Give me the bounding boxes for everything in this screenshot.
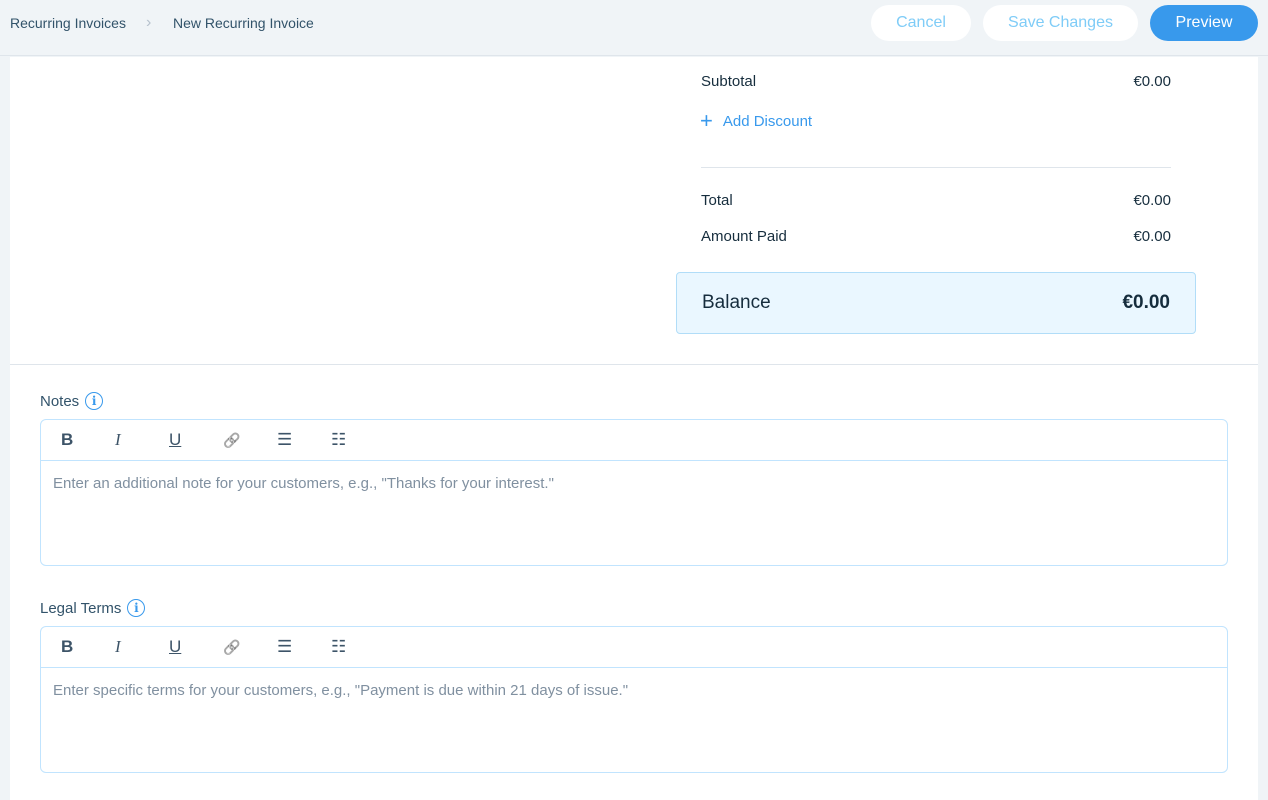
notes-label-text: Notes — [40, 392, 80, 410]
notes-editor: B I U 🔗 ☰ ☷ Enter an additional note for… — [40, 419, 1228, 566]
preview-button[interactable]: Preview — [1150, 5, 1258, 41]
info-icon[interactable]: i — [127, 599, 146, 617]
amount-paid-label: Amount Paid — [701, 228, 787, 245]
bold-button[interactable]: B — [59, 637, 113, 657]
link-button[interactable]: 🔗 — [221, 432, 275, 449]
balance-box: Balance €0.00 — [676, 272, 1196, 334]
breadcrumb-parent[interactable]: Recurring Invoices — [10, 15, 126, 31]
chevron-right-icon: › — [146, 14, 152, 31]
bulleted-list-button[interactable]: ☰ — [275, 430, 329, 450]
total-row: Total €0.00 — [701, 192, 1171, 209]
notes-toolbar: B I U 🔗 ☰ ☷ — [41, 420, 1227, 461]
bold-button[interactable]: B — [59, 430, 113, 450]
legal-terms-label: Legal Terms i — [40, 599, 146, 617]
divider — [701, 167, 1171, 168]
notes-label: Notes i — [40, 392, 104, 410]
numbered-list-button[interactable]: ☷ — [329, 430, 383, 450]
balance-label: Balance — [702, 292, 771, 313]
info-icon[interactable]: i — [85, 392, 104, 410]
legal-terms-toolbar: B I U 🔗 ☰ ☷ — [41, 627, 1227, 668]
legal-terms-editor: B I U 🔗 ☰ ☷ Enter specific terms for you… — [40, 626, 1228, 773]
underline-button[interactable]: U — [167, 430, 221, 450]
numbered-list-button[interactable]: ☷ — [329, 637, 383, 657]
save-changes-button[interactable]: Save Changes — [983, 5, 1138, 41]
link-button[interactable]: 🔗 — [221, 639, 275, 656]
italic-button[interactable]: I — [113, 637, 167, 657]
total-value: €0.00 — [1133, 192, 1171, 209]
section-divider — [10, 364, 1258, 365]
balance-value: €0.00 — [1122, 292, 1170, 313]
breadcrumb-current: New Recurring Invoice — [173, 15, 314, 31]
notes-input[interactable]: Enter an additional note for your custom… — [41, 461, 1227, 506]
legal-terms-label-text: Legal Terms — [40, 599, 122, 617]
subtotal-value: €0.00 — [1133, 73, 1171, 90]
add-discount-button[interactable]: + Add Discount — [700, 108, 812, 134]
add-discount-label: Add Discount — [722, 112, 813, 130]
italic-button[interactable]: I — [113, 430, 167, 450]
top-bar: Recurring Invoices › New Recurring Invoi… — [0, 0, 1268, 56]
cancel-button[interactable]: Cancel — [871, 5, 971, 41]
subtotal-label: Subtotal — [701, 73, 757, 90]
amount-paid-row: Amount Paid €0.00 — [701, 228, 1171, 245]
bulleted-list-button[interactable]: ☰ — [275, 637, 329, 657]
plus-icon: + — [700, 108, 713, 133]
subtotal-row: Subtotal €0.00 — [701, 73, 1171, 90]
underline-button[interactable]: U — [167, 637, 221, 657]
legal-terms-input[interactable]: Enter specific terms for your customers,… — [41, 668, 1227, 713]
total-label: Total — [701, 192, 733, 209]
amount-paid-value: €0.00 — [1133, 228, 1171, 245]
